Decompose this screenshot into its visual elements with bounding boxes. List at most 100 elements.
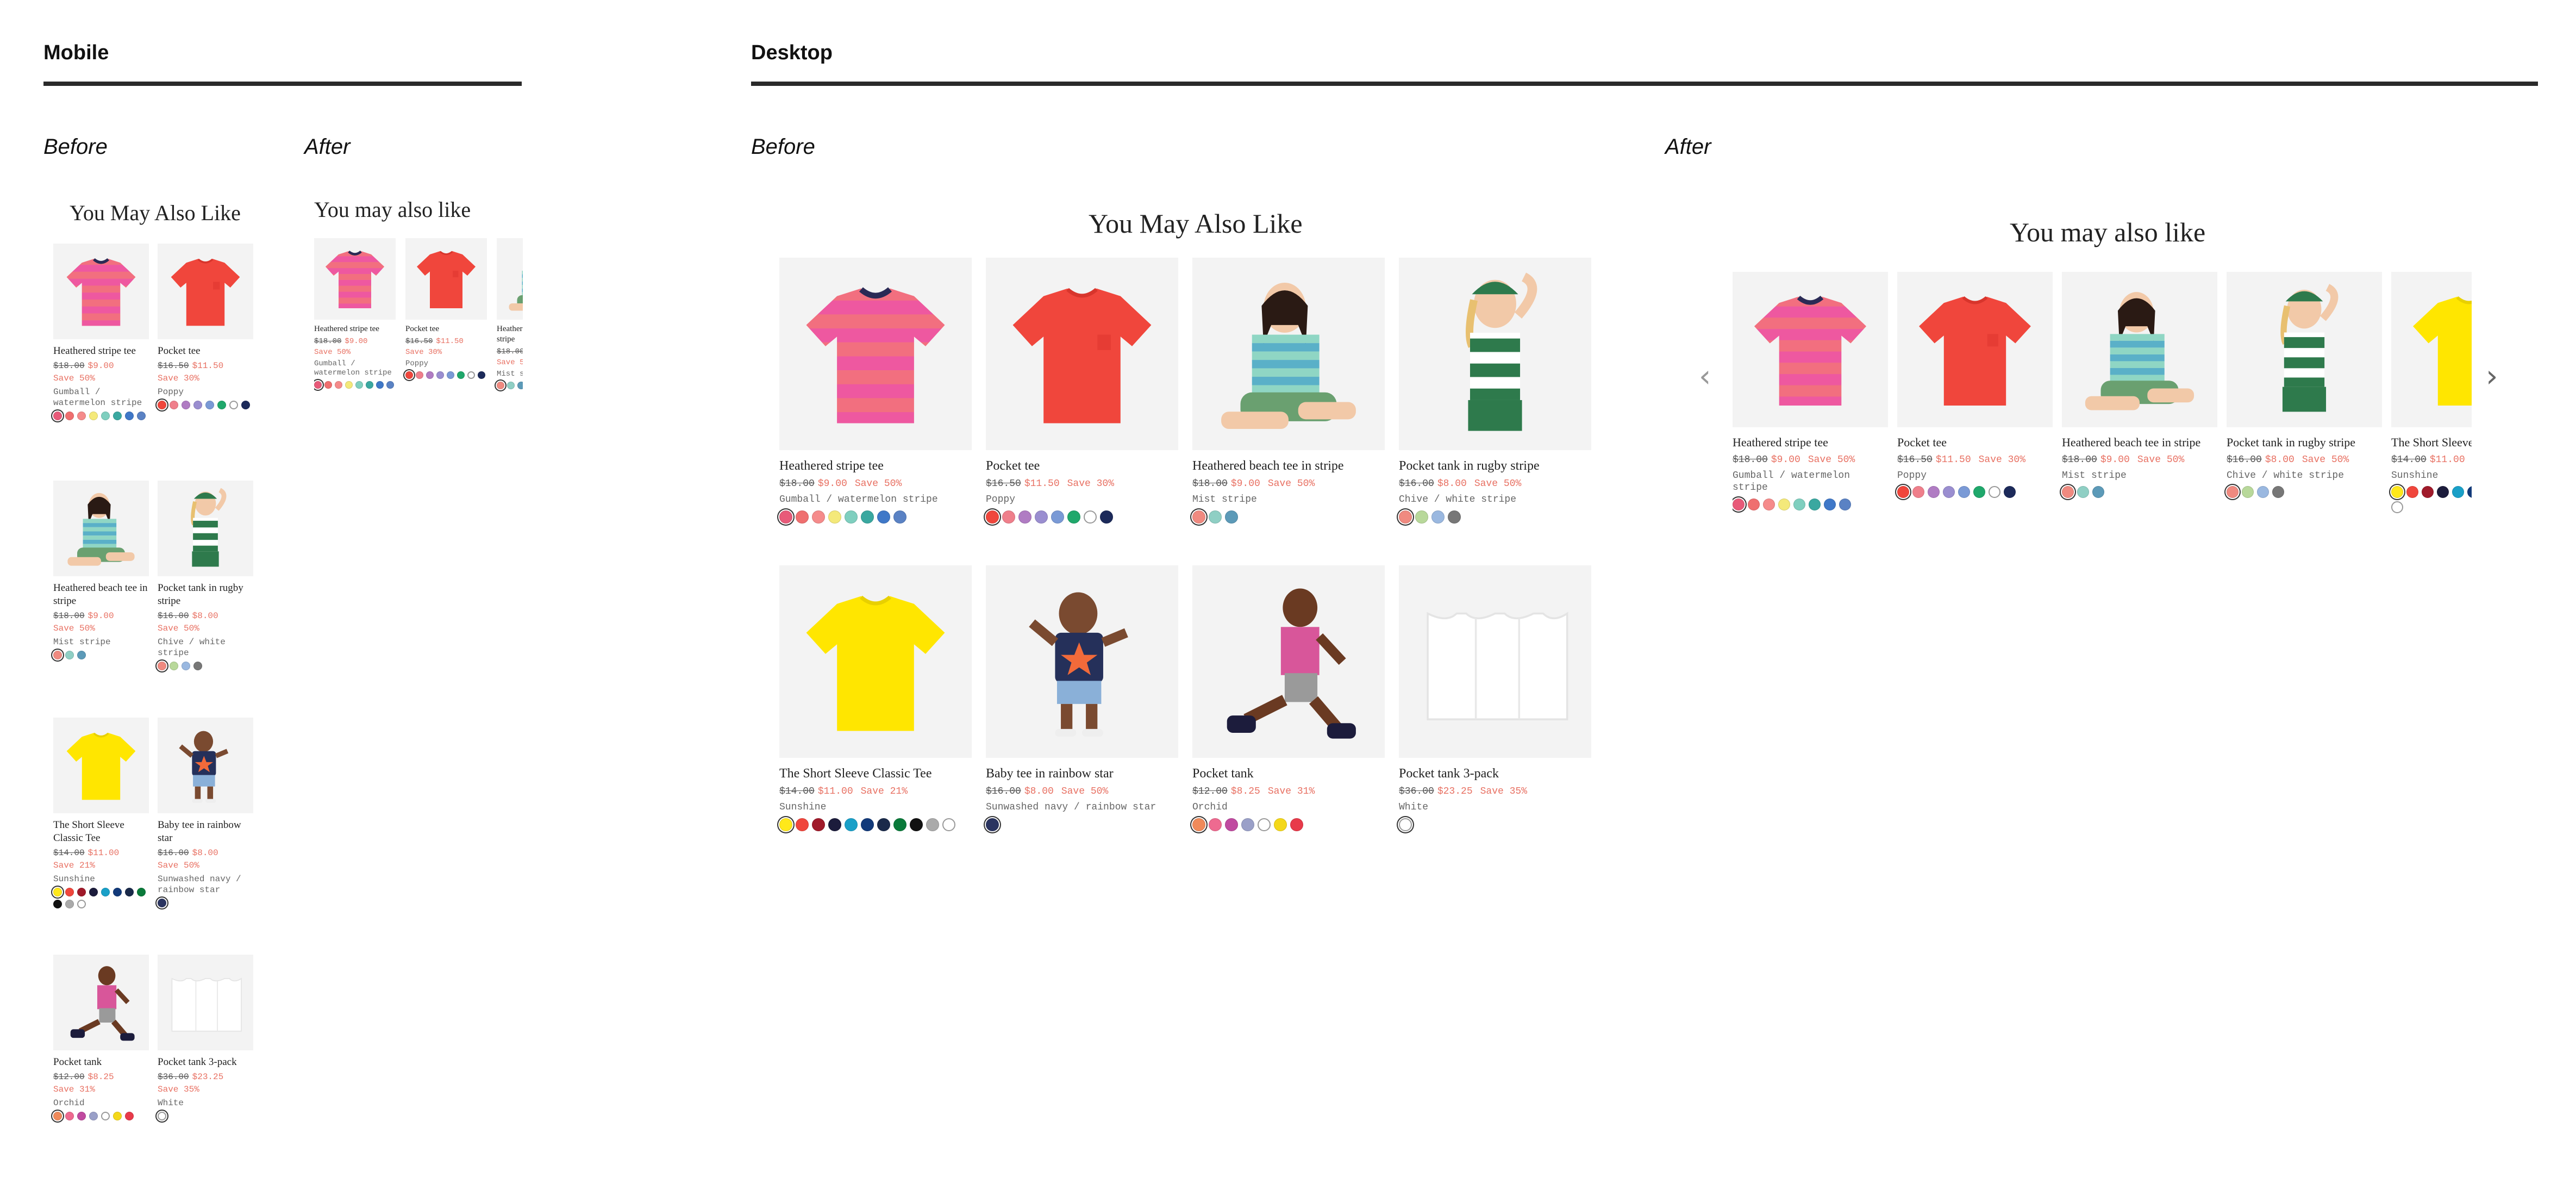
product-image[interactable]: [53, 718, 149, 813]
color-swatch[interactable]: [2467, 486, 2472, 498]
color-swatch[interactable]: [335, 381, 342, 389]
product-name[interactable]: Heathered stripe tee: [314, 324, 396, 334]
color-swatch[interactable]: [1192, 510, 1205, 524]
color-swatch[interactable]: [65, 650, 74, 659]
color-swatch[interactable]: [1748, 498, 1760, 510]
product-card[interactable]: The Short Sleeve Classic Tee $14.00$11.00…: [779, 565, 972, 831]
color-swatch[interactable]: [193, 661, 202, 670]
color-swatch[interactable]: [137, 411, 146, 420]
color-swatch[interactable]: [2242, 486, 2254, 498]
color-swatch[interactable]: [1824, 498, 1836, 510]
color-swatch[interactable]: [910, 818, 923, 831]
color-swatch[interactable]: [125, 1111, 134, 1120]
color-swatch[interactable]: [812, 818, 825, 831]
color-swatch[interactable]: [861, 818, 874, 831]
color-swatch[interactable]: [53, 899, 62, 908]
product-card[interactable]: Heathered beach tee in stripe$18.00$9.00…: [497, 238, 523, 389]
color-swatch[interactable]: [89, 411, 98, 420]
color-swatch[interactable]: [158, 898, 166, 907]
product-card[interactable]: Heathered stripe tee $18.00 $9.00 Save 50% G…: [314, 238, 396, 389]
color-swatch[interactable]: [77, 887, 86, 896]
color-swatch[interactable]: [241, 400, 250, 409]
color-swatch[interactable]: [812, 510, 825, 524]
color-swatch[interactable]: [426, 371, 434, 379]
product-image[interactable]: [1399, 258, 1591, 450]
product-card[interactable]: Pocket tank $12.00 $8.25 Save 31% Orchid: [1192, 565, 1385, 831]
product-name[interactable]: Pocket tee: [405, 324, 487, 334]
product-image[interactable]: [779, 258, 972, 450]
product-name[interactable]: Pocket tank: [1192, 765, 1385, 782]
color-swatch[interactable]: [101, 411, 110, 420]
carousel-next-arrow[interactable]: ›: [2486, 359, 2498, 394]
color-swatch[interactable]: [1897, 486, 1909, 498]
product-card[interactable]: Pocket tank 3-pack $36.00 $23.25 Save 35% Wh…: [1399, 565, 1591, 831]
color-swatch[interactable]: [182, 661, 190, 670]
product-card[interactable]: Heathered stripe tee $18.00 $9.00 Save 50% G…: [779, 258, 972, 524]
color-swatch[interactable]: [65, 899, 74, 908]
product-card[interactable]: Baby tee in rainbow star $16.00 $8.00 Save …: [158, 718, 253, 907]
color-swatch[interactable]: [324, 381, 332, 389]
color-swatch[interactable]: [2272, 486, 2284, 498]
color-swatch[interactable]: [1241, 818, 1254, 831]
product-name[interactable]: Pocket tank 3-pack: [1399, 765, 1591, 782]
product-image[interactable]: [314, 238, 396, 320]
product-name[interactable]: The Short Sleeve Classic Tee: [779, 765, 972, 782]
color-swatch[interactable]: [193, 400, 202, 409]
color-swatch[interactable]: [1958, 486, 1970, 498]
color-swatch[interactable]: [2004, 486, 2016, 498]
product-card[interactable]: Pocket tee $16.50 $11.50 Save 30% Poppy: [1897, 272, 2053, 498]
color-swatch[interactable]: [893, 510, 906, 524]
color-swatch[interactable]: [217, 400, 226, 409]
product-name[interactable]: The Short Sleeve Classic Tee: [2391, 435, 2472, 450]
color-swatch[interactable]: [182, 400, 190, 409]
color-swatch[interactable]: [517, 382, 523, 389]
product-card[interactable]: Pocket tank $12.00 $8.25 Save 31% Orchid: [53, 955, 149, 1120]
color-swatch[interactable]: [2062, 486, 2074, 498]
color-swatch[interactable]: [53, 650, 62, 659]
product-image[interactable]: [2227, 272, 2382, 427]
color-swatch[interactable]: [1912, 486, 1924, 498]
product-card[interactable]: Heathered stripe tee $18.00 $9.00 Save 50% G…: [1733, 272, 1888, 510]
color-swatch[interactable]: [65, 411, 74, 420]
color-swatch[interactable]: [89, 1111, 98, 1120]
product-image[interactable]: [2062, 272, 2217, 427]
product-card[interactable]: The Short Sleeve Classic Tee $14.00$11.00…: [2391, 272, 2472, 513]
product-card[interactable]: Pocket tank in rugby stripe $16.00 $8.00 Sa…: [1399, 258, 1591, 524]
color-swatch[interactable]: [447, 371, 454, 379]
product-name[interactable]: Pocket tank in rugby stripe: [1399, 458, 1591, 474]
product-image[interactable]: [53, 955, 149, 1050]
color-swatch[interactable]: [65, 887, 74, 896]
color-swatch[interactable]: [942, 818, 955, 831]
product-image[interactable]: [158, 244, 253, 339]
product-name[interactable]: Heathered stripe tee: [53, 345, 149, 358]
color-swatch[interactable]: [1209, 510, 1222, 524]
color-swatch[interactable]: [1415, 510, 1428, 524]
color-swatch[interactable]: [796, 818, 809, 831]
color-swatch[interactable]: [205, 400, 214, 409]
color-swatch[interactable]: [845, 818, 858, 831]
product-image[interactable]: [986, 258, 1178, 450]
product-card[interactable]: Heathered beach tee in stripe$18.00$9.00…: [53, 481, 149, 659]
color-swatch[interactable]: [1839, 498, 1851, 510]
color-swatch[interactable]: [2452, 486, 2464, 498]
color-swatch[interactable]: [1763, 498, 1775, 510]
color-swatch[interactable]: [779, 818, 792, 831]
color-swatch[interactable]: [1225, 818, 1238, 831]
product-image[interactable]: [158, 955, 253, 1050]
color-swatch[interactable]: [77, 899, 86, 908]
color-swatch[interactable]: [170, 400, 178, 409]
color-swatch[interactable]: [1290, 818, 1303, 831]
color-swatch[interactable]: [1084, 510, 1097, 524]
color-swatch[interactable]: [828, 510, 841, 524]
color-swatch[interactable]: [1209, 818, 1222, 831]
color-swatch[interactable]: [1973, 486, 1985, 498]
color-swatch[interactable]: [1018, 510, 1031, 524]
color-swatch[interactable]: [1100, 510, 1113, 524]
color-swatch[interactable]: [1051, 510, 1064, 524]
product-name[interactable]: Baby tee in rainbow star: [986, 765, 1178, 782]
product-name[interactable]: Pocket tank 3-pack: [158, 1056, 253, 1069]
product-image[interactable]: [53, 481, 149, 576]
color-swatch[interactable]: [877, 510, 890, 524]
product-name[interactable]: Heathered beach tee in stripe: [2062, 435, 2217, 450]
color-swatch[interactable]: [125, 411, 134, 420]
